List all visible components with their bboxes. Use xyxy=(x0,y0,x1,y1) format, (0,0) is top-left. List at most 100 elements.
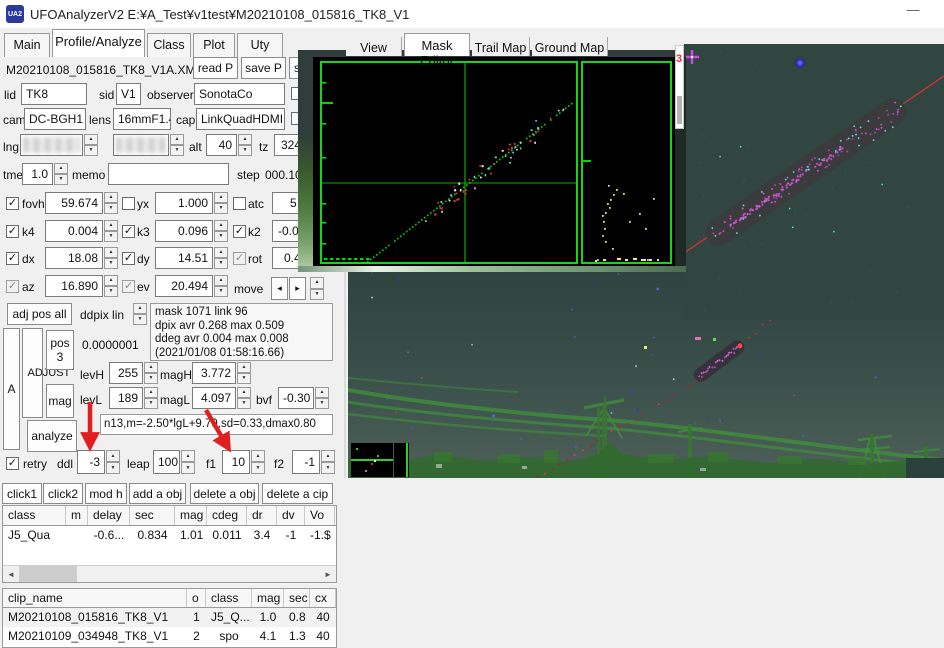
sid-field[interactable]: V1 xyxy=(116,83,141,105)
object-table-hscrollbar[interactable]: ◄ ► xyxy=(3,565,336,582)
analyze-button[interactable]: analyze xyxy=(27,420,77,452)
dx-checkbox[interactable]: ✓ xyxy=(6,252,19,265)
column-header[interactable]: m xyxy=(66,506,88,525)
az-spinner[interactable]: ▲▼ xyxy=(104,275,118,297)
mag-button[interactable]: mag xyxy=(46,384,74,418)
column-header[interactable]: class xyxy=(3,506,66,525)
tab-mask-editor[interactable]: Mask Editor xyxy=(404,33,470,56)
k4-spinner[interactable]: ▲▼ xyxy=(104,220,118,242)
ddpix-spinner[interactable]: ▲▼ xyxy=(133,303,147,325)
fovh-spinner[interactable]: ▲▼ xyxy=(104,192,118,214)
yx-spinner[interactable]: ▲▼ xyxy=(214,192,228,214)
dy-checkbox[interactable]: ✓ xyxy=(122,252,135,265)
tab-uty[interactable]: Uty xyxy=(237,33,283,57)
dx-field[interactable]: 18.08 xyxy=(45,247,103,269)
column-header[interactable]: mag xyxy=(252,589,284,607)
bvf-field[interactable]: -0.30 xyxy=(278,387,314,409)
lat-field[interactable] xyxy=(113,134,169,156)
lid-field[interactable]: TK8 xyxy=(21,83,87,105)
magh-spinner[interactable]: ▲▼ xyxy=(237,362,251,384)
magl-spinner[interactable]: ▲▼ xyxy=(237,387,251,409)
click2-button[interactable]: click2 xyxy=(43,483,83,504)
levh-field[interactable]: 255 xyxy=(109,362,143,384)
k3-checkbox[interactable]: ✓ xyxy=(122,225,135,238)
column-header[interactable]: o xyxy=(187,589,206,607)
brightness-plot-canvas[interactable] xyxy=(583,63,670,262)
lng-spinner[interactable]: ▲▼ xyxy=(84,134,98,156)
column-header[interactable]: sec xyxy=(284,589,310,607)
object-table[interactable]: classmdelaysecmagcdegdrdvVo J5_Qua-0.6..… xyxy=(2,505,337,583)
adj-pos-all-button[interactable]: adj pos all xyxy=(7,303,72,325)
f2-field[interactable]: -1 xyxy=(292,450,320,474)
cap-field[interactable]: LinkQuadHDMI xyxy=(196,108,285,130)
alt-spinner[interactable]: ▲▼ xyxy=(238,134,252,156)
ev-checkbox[interactable]: ✓ xyxy=(122,280,135,293)
atc-checkbox[interactable] xyxy=(233,197,246,210)
tab-ground-map[interactable]: Ground Map xyxy=(532,37,608,56)
residual-scatter-canvas[interactable] xyxy=(322,63,576,262)
dy-spinner[interactable]: ▲▼ xyxy=(214,247,228,269)
magl-field[interactable]: 4.097 xyxy=(192,387,236,409)
tab-view[interactable]: View xyxy=(346,37,402,56)
pos-3-button[interactable]: pos 3 xyxy=(46,330,74,370)
leap-field[interactable]: 100 xyxy=(153,450,180,474)
plot-scrollbar-thumb[interactable] xyxy=(677,96,682,124)
save-profile-button[interactable]: save P xyxy=(241,57,286,79)
fovh-checkbox[interactable]: ✓ xyxy=(6,197,19,210)
tab-plot[interactable]: Plot xyxy=(193,33,235,57)
yx-field[interactable]: 1.000 xyxy=(155,192,213,214)
trail-zoom-panel[interactable] xyxy=(684,44,944,320)
lat-spinner[interactable]: ▲▼ xyxy=(170,134,184,156)
magh-field[interactable]: 3.772 xyxy=(192,362,236,384)
f2-spinner[interactable]: ▲▼ xyxy=(321,450,335,474)
column-header[interactable]: cdeg xyxy=(207,506,247,525)
ddl-field[interactable]: -3 xyxy=(77,450,105,474)
levh-spinner[interactable]: ▲▼ xyxy=(144,362,158,384)
scrollbar-thumb[interactable] xyxy=(19,566,77,582)
tab-profile-analyze[interactable]: Profile/Analyze xyxy=(52,29,145,57)
scroll-right-arrow[interactable]: ► xyxy=(320,566,336,582)
add-a-obj-button[interactable]: add a obj xyxy=(129,483,186,504)
move-right-button[interactable]: ▸ xyxy=(289,277,306,300)
ev-field[interactable]: 20.494 xyxy=(155,275,213,297)
ev-spinner[interactable]: ▲▼ xyxy=(214,275,228,297)
minimize-button[interactable]: — xyxy=(898,2,928,22)
adjust-a-button[interactable]: A xyxy=(3,328,20,450)
k4-field[interactable]: 0.004 xyxy=(45,220,103,242)
residual-plot-window[interactable] xyxy=(298,50,686,272)
column-header[interactable]: class xyxy=(206,589,252,607)
az-field[interactable]: 16.890 xyxy=(45,275,103,297)
k4-checkbox[interactable]: ✓ xyxy=(6,225,19,238)
rot-checkbox[interactable]: ✓ xyxy=(233,252,246,265)
f1-spinner[interactable]: ▲▼ xyxy=(251,450,265,474)
observer-field[interactable]: SonotaCo xyxy=(194,83,285,105)
dx-spinner[interactable]: ▲▼ xyxy=(104,247,118,269)
bvf-spinner[interactable]: ▲▼ xyxy=(315,387,329,409)
tab-trail-map[interactable]: Trail Map xyxy=(472,37,530,56)
column-header[interactable]: clip_name xyxy=(3,589,187,607)
column-header[interactable]: delay xyxy=(88,506,130,525)
column-header[interactable]: dv xyxy=(277,506,305,525)
alt-field[interactable]: 40 xyxy=(206,134,237,156)
table-row[interactable]: M20210108_015816_TK8_V11J5_Q...1.00.840 xyxy=(3,608,336,627)
ddl-spinner[interactable]: ▲▼ xyxy=(106,450,120,474)
fovh-field[interactable]: 59.674 xyxy=(45,192,103,214)
delete-a-obj-button[interactable]: delete a obj xyxy=(190,483,259,504)
tab-main[interactable]: Main xyxy=(4,33,50,57)
read-profile-button[interactable]: read P xyxy=(193,57,238,79)
levl-spinner[interactable]: ▲▼ xyxy=(144,387,158,409)
click1-button[interactable]: click1 xyxy=(2,483,42,504)
table-row[interactable]: M20210109_034948_TK8_V12spo4.11.340 xyxy=(3,627,336,646)
f1-field[interactable]: 10 xyxy=(222,450,250,474)
mod-h-button[interactable]: mod h xyxy=(85,483,127,504)
k3-field[interactable]: 0.096 xyxy=(155,220,213,242)
tme-spinner[interactable]: ▲▼ xyxy=(54,163,68,185)
scroll-left-arrow[interactable]: ◄ xyxy=(3,566,19,582)
retry-checkbox[interactable]: ✓ xyxy=(6,457,19,470)
column-header[interactable]: cx xyxy=(310,589,336,607)
column-header[interactable]: mag xyxy=(175,506,207,525)
levl-field[interactable]: 189 xyxy=(109,387,143,409)
k2-checkbox[interactable]: ✓ xyxy=(233,225,246,238)
clip-table[interactable]: clip_nameoclassmagseccx M20210108_015816… xyxy=(2,588,337,648)
leap-spinner[interactable]: ▲▼ xyxy=(181,450,195,474)
